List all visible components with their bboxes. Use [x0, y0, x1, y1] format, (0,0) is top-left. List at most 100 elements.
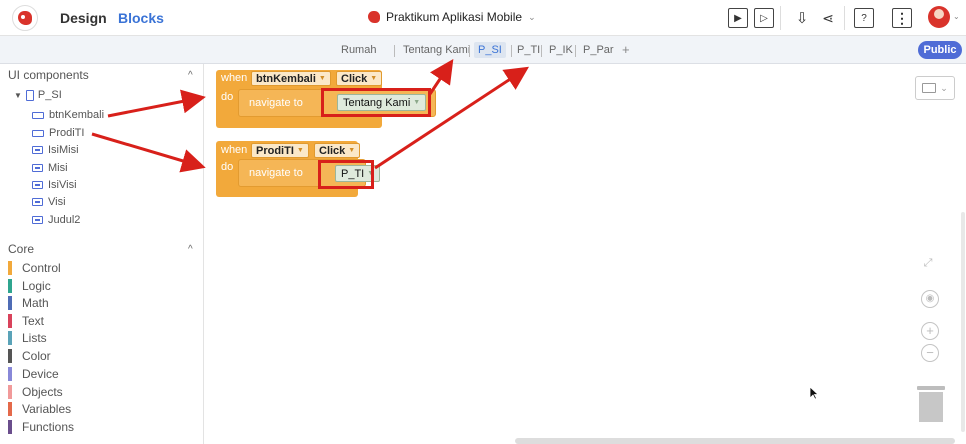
event-dropdown[interactable]: Click ▼ [314, 143, 361, 158]
screen-tab-tentang-kami[interactable]: Tentang Kami [399, 42, 474, 58]
component-label: Visi [48, 196, 66, 208]
category-swatch [8, 402, 12, 416]
help-icon[interactable]: ? [854, 8, 874, 28]
dropdown-icon: ▼ [348, 147, 356, 154]
design-tab[interactable]: Design [60, 10, 107, 26]
horizontal-scrollbar[interactable] [515, 438, 955, 444]
component-judul2[interactable]: Judul2 [32, 212, 80, 228]
category-text[interactable]: Text [8, 314, 44, 328]
component-isimisi[interactable]: IsiMisi [32, 142, 79, 158]
component-value: btnKembali [256, 72, 316, 85]
blocks-sidebar: UI components ^ ▼ P_SI btnKembali ProdiT… [0, 64, 204, 444]
screen-tabs-bar: Rumah Tentang Kami P_SI P_TI P_IK P_Par … [0, 36, 966, 64]
dropdown-icon: ▼ [318, 75, 326, 82]
user-avatar[interactable] [928, 6, 950, 28]
component-isivisi[interactable]: IsiVisi [32, 177, 77, 193]
navigate-keyword: navigate to [249, 167, 303, 179]
label-icon [32, 181, 43, 189]
export-icon[interactable]: ⇩ [792, 8, 812, 28]
component-label: IsiMisi [48, 144, 79, 156]
add-screen-button[interactable]: + [622, 42, 630, 57]
zoom-out-icon[interactable]: − [921, 344, 939, 362]
component-proditi[interactable]: ProdiTI [32, 125, 84, 141]
screen-tab-p-par[interactable]: P_Par [579, 42, 618, 58]
category-label: Math [22, 296, 49, 310]
component-label: ProdiTI [49, 127, 85, 139]
blocks-workspace[interactable]: when btnKembali ▼ Click ▼ do navigate to T… [205, 64, 966, 444]
screen-tab-rumah[interactable]: Rumah [337, 42, 380, 58]
fullscreen-icon[interactable]: ⤢ [919, 254, 937, 272]
share-icon[interactable]: ⋖ [818, 8, 838, 28]
zoom-in-icon[interactable]: + [921, 322, 939, 340]
workspace-view-dropdown[interactable]: ⌄ [915, 76, 955, 100]
screen-node[interactable]: ▼ P_SI [14, 89, 62, 101]
dropdown-icon: ▼ [370, 75, 378, 82]
label-icon [32, 164, 43, 172]
component-label: IsiVisi [48, 179, 77, 191]
component-dropdown[interactable]: ProdiTI ▼ [251, 143, 309, 158]
category-label: Variables [22, 402, 72, 416]
category-objects[interactable]: Objects [8, 385, 63, 399]
trash-icon[interactable] [917, 386, 945, 422]
chevron-down-icon[interactable]: ⌄ [953, 12, 960, 21]
label-icon [32, 146, 43, 154]
category-label: Lists [22, 331, 47, 345]
button-icon [32, 111, 44, 119]
project-icon [368, 11, 380, 23]
category-math[interactable]: Math [8, 296, 49, 310]
screen-tab-p-ti[interactable]: P_TI [513, 42, 544, 58]
blocks-tab[interactable]: Blocks [118, 10, 164, 26]
category-variables[interactable]: Variables [8, 402, 71, 416]
mouse-cursor-icon [809, 386, 819, 400]
ui-components-header: UI components [8, 68, 89, 82]
component-label: Judul2 [48, 214, 81, 226]
recenter-icon[interactable]: ◉ [921, 290, 939, 308]
more-menu-icon[interactable]: ⋮ [892, 8, 912, 28]
tab-divider [469, 45, 470, 57]
screen-tab-p-si[interactable]: P_SI [474, 42, 506, 58]
vertical-scrollbar[interactable] [961, 212, 965, 432]
component-value: ProdiTI [256, 144, 294, 157]
label-icon [32, 216, 43, 224]
category-swatch [8, 279, 12, 293]
component-misi[interactable]: Misi [32, 160, 68, 176]
category-swatch [8, 314, 12, 328]
category-color[interactable]: Color [8, 349, 51, 363]
app-logo[interactable] [12, 5, 38, 31]
annotation-highlight-box [318, 160, 374, 189]
category-lists[interactable]: Lists [8, 331, 47, 345]
category-swatch [8, 349, 12, 363]
preview-icon[interactable]: ▶ [728, 8, 748, 28]
category-control[interactable]: Control [8, 261, 61, 275]
screen-tab-p-ik[interactable]: P_IK [545, 42, 577, 58]
chevron-down-icon: ⌄ [940, 82, 948, 93]
event-value: Click [341, 72, 368, 85]
when-keyword: when [221, 144, 248, 156]
category-functions[interactable]: Functions [8, 420, 74, 434]
navigate-keyword: navigate to [249, 97, 303, 109]
category-label: Control [22, 261, 61, 275]
category-label: Logic [22, 279, 51, 293]
category-device[interactable]: Device [8, 367, 59, 381]
category-label: Text [22, 314, 45, 328]
app-root: { "header": { "design_tab": "Design", "b… [0, 0, 966, 444]
component-label: btnKembali [49, 109, 105, 121]
component-visi[interactable]: Visi [32, 194, 66, 210]
component-dropdown[interactable]: btnKembali ▼ [251, 71, 331, 86]
public-button[interactable]: Public [918, 41, 962, 59]
category-label: Objects [22, 385, 63, 399]
collapse-icon[interactable]: ^ [188, 244, 193, 255]
device-preview-icon[interactable]: ▷ [754, 8, 774, 28]
event-value: Click [319, 144, 346, 157]
core-header: Core [8, 242, 35, 256]
category-logic[interactable]: Logic [8, 279, 51, 293]
event-dropdown[interactable]: Click ▼ [336, 71, 383, 86]
tab-divider [541, 45, 542, 57]
when-keyword: when [221, 72, 248, 84]
component-btnkembali[interactable]: btnKembali [32, 107, 104, 123]
component-label: Misi [48, 162, 68, 174]
collapse-icon[interactable]: ^ [188, 70, 193, 81]
tab-divider [511, 45, 512, 57]
screen-node-label: P_SI [37, 89, 62, 101]
project-selector[interactable]: Praktikum Aplikasi Mobile ⌄ [368, 10, 536, 24]
